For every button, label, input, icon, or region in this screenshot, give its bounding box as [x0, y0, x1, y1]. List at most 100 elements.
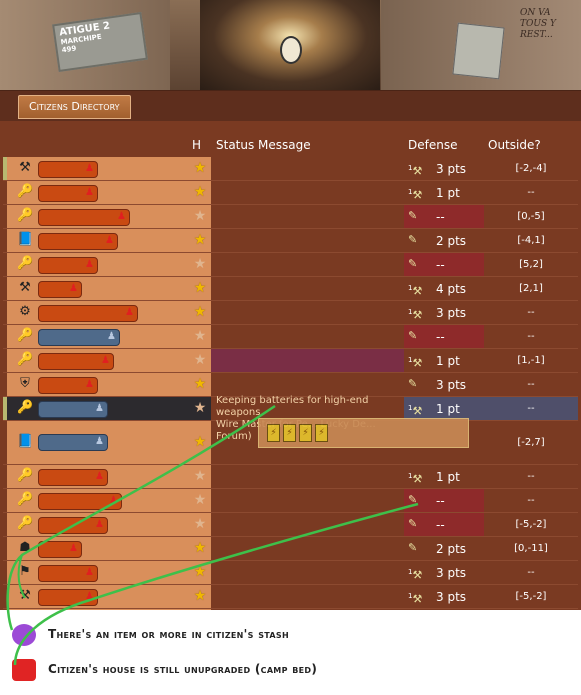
banner-posted-note	[452, 22, 505, 80]
status-message-cell	[211, 585, 404, 608]
table-row[interactable]: ☗ ♟ ★ ✎ 2 pts [0,-11]	[3, 537, 578, 561]
outside-coordinates: [-5,-2]	[484, 585, 578, 608]
citizen-name-redacted[interactable]: ♟	[38, 233, 118, 250]
citizen-name-cell[interactable]: ⚒ ♟	[7, 277, 189, 300]
table-row[interactable]: 🔑 ♟ ★ ✎ -- --	[3, 325, 578, 349]
citizen-name-redacted[interactable]: ♟	[38, 257, 98, 274]
citizen-name-redacted[interactable]: ♟	[38, 377, 98, 394]
table-row[interactable]: 🔑 ♟ ★ ✎ -- [5,2]	[3, 253, 578, 277]
status-message-cell	[211, 489, 404, 512]
citizen-name-cell[interactable]: ⚒ ♟	[7, 585, 189, 608]
table-row[interactable]: ⚒ ♟ ★ 1⚒ 3 pts [-2,-4]	[3, 157, 578, 181]
table-row[interactable]: ⚙ ♟ ★ 1⚒ 3 pts --	[3, 301, 578, 325]
citizen-name-redacted[interactable]: ♟	[38, 434, 108, 451]
citizen-name-cell[interactable]: ⚙ ♟	[7, 301, 189, 324]
table-row[interactable]: 🔑 ♟ ★ ✎ -- [0,-5]	[3, 205, 578, 229]
citizen-name-redacted[interactable]: ♟	[38, 353, 114, 370]
citizen-name-redacted[interactable]: ♟	[38, 517, 108, 534]
citizen-name-redacted[interactable]: ♟	[38, 305, 138, 322]
citizen-name-redacted[interactable]: ♟	[38, 401, 108, 418]
outside-coordinates: [1,-1]	[484, 349, 578, 372]
tab-citizens-directory[interactable]: Citizens Directory	[18, 95, 131, 119]
column-header-h[interactable]: H	[192, 138, 201, 156]
citizen-name-cell[interactable]: ☗ ♟	[7, 537, 189, 560]
defense-value: 1 pt	[436, 186, 460, 200]
citizen-name-redacted[interactable]: ♟	[38, 161, 98, 178]
outside-coordinates: [-4,1]	[484, 229, 578, 252]
citizen-name-cell[interactable]: 🔑♟	[7, 349, 189, 372]
citizen-name-cell[interactable]: ⚑ ♟	[7, 561, 189, 584]
defense-cell: ✎ 2 pts	[404, 537, 484, 560]
citizen-status-icon: ♟	[85, 259, 94, 270]
citizen-name-cell[interactable]: 📘 ♟	[7, 229, 189, 252]
keys-icon: 🔑	[17, 352, 34, 367]
citizen-name-cell[interactable]: 🔑♟	[7, 397, 189, 420]
scout-icon: ⚑	[19, 564, 31, 579]
hero-cell: ★	[189, 253, 211, 276]
defense-cell: 1⚒ 1 pt	[404, 349, 484, 372]
hero-star-icon: ★	[193, 400, 207, 416]
citizen-status-icon: ♟	[69, 283, 78, 294]
status-message-text: Keeping batteries for high-end weapons	[216, 395, 369, 418]
citizen-name-cell[interactable]: 📘 ♟	[7, 421, 189, 464]
defense-cell: 1⚒ 3 pts	[404, 561, 484, 584]
citizen-name-redacted[interactable]: ♟	[38, 329, 120, 346]
citizen-name-redacted[interactable]: ♟	[38, 565, 98, 582]
house-hammer-icon: 1⚒	[408, 356, 423, 370]
status-message-cell	[211, 561, 404, 584]
outside-coordinates: [0,-11]	[484, 537, 578, 560]
citizen-name-cell[interactable]: 🔑♟	[7, 465, 189, 488]
defense-cell: 1⚒ 1 pt	[404, 181, 484, 204]
shield-icon: ⛨	[20, 376, 30, 391]
keys-icon: 🔑	[17, 328, 34, 343]
defense-value: --	[436, 330, 445, 344]
hero-star-icon: ★	[193, 352, 207, 368]
citizen-name-cell[interactable]: 🔑♟	[7, 181, 189, 204]
table-row[interactable]: ⚒ ♟ ★ 1⚒ 3 pts [-5,-2]	[3, 585, 578, 609]
column-header-status[interactable]: Status Message	[216, 138, 311, 156]
column-header-defense[interactable]: Defense	[408, 138, 457, 156]
citizen-name-redacted[interactable]: ♟	[38, 541, 82, 558]
table-row[interactable]: 📘 ♟ ★ ✎ 2 pts [-4,1]	[3, 229, 578, 253]
status-message-cell	[211, 301, 404, 324]
citizen-name-redacted[interactable]: ♟	[38, 493, 122, 510]
defense-cell: ✎ 3 pts	[404, 373, 484, 396]
citizen-name-cell[interactable]: 🔑♟	[7, 205, 189, 228]
house-hammer-icon: 1⚒	[408, 592, 423, 606]
citizen-name-redacted[interactable]: ♟	[38, 589, 98, 606]
citizen-name-cell[interactable]: 🔑♟	[7, 489, 189, 512]
hero-cell: ★	[189, 277, 211, 300]
column-header-outside[interactable]: Outside?	[488, 138, 541, 156]
citizen-status-icon: ♟	[85, 379, 94, 390]
citizen-name-cell[interactable]: 🔑♟	[7, 513, 189, 536]
hero-star-icon: ★	[193, 232, 207, 248]
table-row[interactable]: 🔑 ♟ ★ 1⚒ 1 pt [1,-1]	[3, 349, 578, 373]
hero-star-icon: ★	[193, 304, 207, 320]
table-row[interactable]: 🔑 ♟ ★ 1⚒ 1 pt --	[3, 181, 578, 205]
hero-star-icon: ★	[193, 516, 207, 532]
hero-cell: ★	[189, 325, 211, 348]
table-row[interactable]: 🔑 ♟ ★ ✎ -- [-5,-2]	[3, 513, 578, 537]
table-row[interactable]: ⛨ ♟ ★ ✎ 3 pts --	[3, 373, 578, 397]
table-row[interactable]: ⚒ ♟ ★ 1⚒ 4 pts [2,1]	[3, 277, 578, 301]
citizen-name-redacted[interactable]: ♟	[38, 469, 108, 486]
status-message-cell	[211, 157, 404, 180]
citizen-name-cell[interactable]: 🔑♟	[7, 253, 189, 276]
table-row[interactable]: ⚑ ♟ ★ 1⚒ 3 pts --	[3, 561, 578, 585]
table-row[interactable]: 🔑 ♟ ★ 1⚒ 1 pt --	[3, 465, 578, 489]
camp-bed-icon: ✎	[408, 233, 418, 246]
table-row[interactable]: 🔑 ♟ ★ ✎ -- --	[3, 489, 578, 513]
citizen-name-cell[interactable]: ⛨ ♟	[7, 373, 189, 396]
house-hammer-icon: 1⚒	[408, 472, 423, 486]
citizen-name-cell[interactable]: 🔑♟	[7, 325, 189, 348]
citizen-name-redacted[interactable]: ♟	[38, 185, 98, 202]
citizen-name-redacted[interactable]: ♟	[38, 281, 82, 298]
citizens-directory-page: ATIGUE 2 MARCHIPE 499 ON VA TOUS Y REST.…	[0, 0, 581, 610]
defense-cell: 1⚒ 3 pts	[404, 301, 484, 324]
citizen-name-redacted[interactable]: ♟	[38, 209, 130, 226]
hero-star-icon: ★	[193, 256, 207, 272]
defense-value: 1 pt	[436, 354, 460, 368]
hero-cell: ★	[189, 397, 211, 420]
citizen-status-icon: ♟	[85, 163, 94, 174]
citizen-name-cell[interactable]: ⚒ ♟	[7, 157, 189, 180]
